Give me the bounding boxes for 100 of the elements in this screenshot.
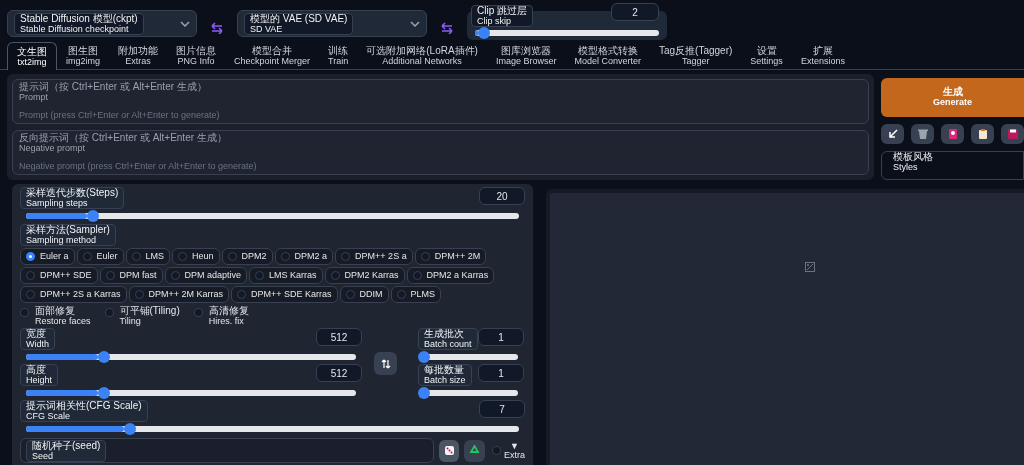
field-sublabel: Seed [32, 450, 55, 461]
field-sublabel: Prompt [19, 92, 49, 102]
sampler-option[interactable]: DPM fast [99, 267, 163, 284]
tab[interactable]: 模型合并 Checkpoint Merger [225, 42, 320, 69]
sampler-option[interactable]: DPM++ SDE [20, 267, 98, 284]
generate-button[interactable]: 生成 Generate [881, 78, 1024, 117]
field-sublabel: Batch count [424, 339, 472, 349]
tab[interactable]: 图生图 img2img [57, 42, 109, 69]
seed-field[interactable]: 随机种子(seed) Seed [20, 438, 434, 463]
field-label: 高度 [26, 365, 47, 375]
tab[interactable]: 扩展 Extensions [791, 42, 854, 69]
arrow-icon [886, 127, 899, 140]
slider-thumb[interactable] [86, 210, 99, 222]
sampler-option[interactable]: DPM++ SDE Karras [231, 286, 338, 303]
field-label: 每批数量 [424, 365, 465, 375]
tab[interactable]: 训练 Train [319, 42, 358, 69]
prompt-field[interactable]: 提示词（按 Ctrl+Enter 或 Alt+Enter 生成） Prompt Prompt (press Ctrl+Enter or Alt+Enter to generate) [12, 79, 869, 124]
sampler-option[interactable]: Euler a [20, 248, 75, 265]
number-field[interactable]: 1 [478, 328, 524, 346]
sampler-option[interactable]: DPM2 a [274, 248, 334, 265]
trash-icon [916, 127, 929, 140]
sampler-option[interactable]: DPM2 [221, 248, 273, 265]
option-checkbox[interactable]: 面部修复 Restore faces [20, 306, 91, 326]
option-checkbox[interactable]: 可平铺(Tiling) Tiling [104, 306, 180, 326]
number-field[interactable]: 512 [316, 364, 362, 382]
number-field[interactable]: 512 [316, 328, 362, 346]
field-label: Stable Diffusion 模型(ckpt) [20, 13, 138, 24]
tab[interactable]: 附加功能 Extras [109, 42, 167, 69]
sampler-option[interactable]: DDIM [339, 286, 389, 303]
chevron-down-icon [410, 20, 420, 27]
clipboard-icon [976, 127, 989, 140]
swap-dimensions-button[interactable] [374, 352, 397, 375]
tool-button[interactable] [1001, 123, 1024, 144]
field-label: 采样方法(Sampler) [26, 225, 110, 235]
tool-button[interactable] [911, 123, 934, 144]
sampler-option[interactable]: LMS Karras [249, 267, 323, 284]
tab[interactable]: 设置 Settings [741, 42, 792, 69]
placeholder-text: Negative prompt (press Ctrl+Enter or Alt+Enter to generate) [19, 159, 258, 173]
field-sublabel: Height [26, 375, 52, 385]
tab[interactable]: 图库浏览器 Image Browser [486, 42, 566, 69]
chevron-down-icon [180, 20, 190, 27]
tab[interactable]: 模型格式转换 Model Converter [565, 42, 650, 69]
tool-button[interactable] [881, 123, 904, 144]
field-sublabel: Sampling steps [26, 198, 89, 208]
placeholder-text: Prompt (press Ctrl+Enter or Alt+Enter to generate) [19, 108, 221, 122]
field-sublabel: SD VAE [250, 23, 284, 34]
prompt-field[interactable]: 反向提示词（按 Ctrl+Enter 或 Alt+Enter 生成） Negative prompt Negative prompt (press Ctrl+Enter or Alt+Enter to generate) [12, 130, 869, 175]
tab[interactable]: 图片信息 PNG Info [167, 42, 225, 69]
field-label: 采样迭代步数(Steps) [26, 188, 119, 198]
tab[interactable]: Tag反推(Tagger) Tagger [650, 42, 742, 69]
sampler-option[interactable]: DPM++ 2M [414, 248, 487, 265]
random-seed-button[interactable] [439, 439, 460, 462]
field-label: 模板风格 [893, 151, 933, 162]
sampler-option[interactable]: LMS [125, 248, 171, 265]
tab[interactable]: 可选附加网络(LoRA插件) Additional Networks [357, 42, 487, 69]
sampler-option[interactable]: PLMS [390, 286, 442, 303]
option-checkbox[interactable]: 高清修复 Hires. fix [193, 306, 249, 326]
field-label: 宽度 [26, 329, 47, 339]
sampler-option[interactable]: DPM2 a Karras [406, 267, 495, 284]
field-sublabel: Negative prompt [19, 143, 87, 153]
model-dropdown[interactable]: Stable Diffusion 模型(ckpt) Stable Diffusion checkpoint [7, 10, 197, 37]
styles-dropdown[interactable]: 模板风格 Styles [881, 150, 1024, 180]
tool-button[interactable] [971, 123, 994, 144]
field-sublabel: CFG Scale [26, 411, 71, 421]
field-sublabel: Batch size [424, 375, 466, 385]
sampler-option[interactable]: DPM adaptive [164, 267, 248, 284]
field-sublabel: Width [26, 339, 49, 349]
tool-button[interactable] [941, 123, 964, 144]
slider-thumb[interactable] [97, 351, 110, 363]
swap-icon [209, 20, 225, 34]
field-sublabel: Clip skip [477, 16, 512, 26]
sampler-option[interactable]: DPM++ 2S a [335, 248, 413, 265]
field-label: Clip 跳过层 [477, 6, 527, 16]
field-label: 模型的 VAE (SD VAE) [250, 13, 348, 24]
sampler-option[interactable]: Heun [172, 248, 220, 265]
field-label: 提示词相关性(CFG Scale) [26, 401, 142, 411]
card-icon [946, 127, 959, 140]
field-sublabel: Stable Diffusion checkpoint [20, 23, 129, 34]
swap-vertical-icon [380, 358, 391, 369]
reuse-seed-button[interactable] [464, 439, 485, 462]
model-dropdown[interactable]: 模型的 VAE (SD VAE) SD VAE [237, 10, 427, 37]
sampler-option[interactable]: Euler [76, 248, 124, 265]
tab[interactable]: 文生图 txt2img [7, 42, 57, 70]
save-icon [1006, 127, 1019, 140]
extra-checkbox[interactable]: ▼ Extra [491, 441, 525, 460]
sampler-option[interactable]: DPM++ 2M Karras [128, 286, 230, 303]
field-label: 提示词（按 Ctrl+Enter 或 Alt+Enter 生成） [19, 81, 208, 92]
number-field[interactable]: 7 [479, 400, 525, 418]
slider-thumb[interactable] [123, 423, 136, 435]
dice-icon [443, 445, 455, 456]
slider-thumb[interactable] [418, 387, 430, 399]
sampler-option[interactable]: DPM++ 2S a Karras [20, 286, 127, 303]
number-field[interactable]: 2 [611, 3, 659, 21]
sampler-option[interactable]: DPM2 Karras [324, 267, 405, 284]
field-label: 反向提示词（按 Ctrl+Enter 或 Alt+Enter 生成） [19, 132, 228, 143]
image-icon [804, 262, 815, 272]
number-field[interactable]: 20 [479, 187, 525, 205]
slider-thumb[interactable] [97, 387, 110, 399]
slider-thumb[interactable] [418, 351, 430, 363]
number-field[interactable]: 1 [478, 364, 524, 382]
